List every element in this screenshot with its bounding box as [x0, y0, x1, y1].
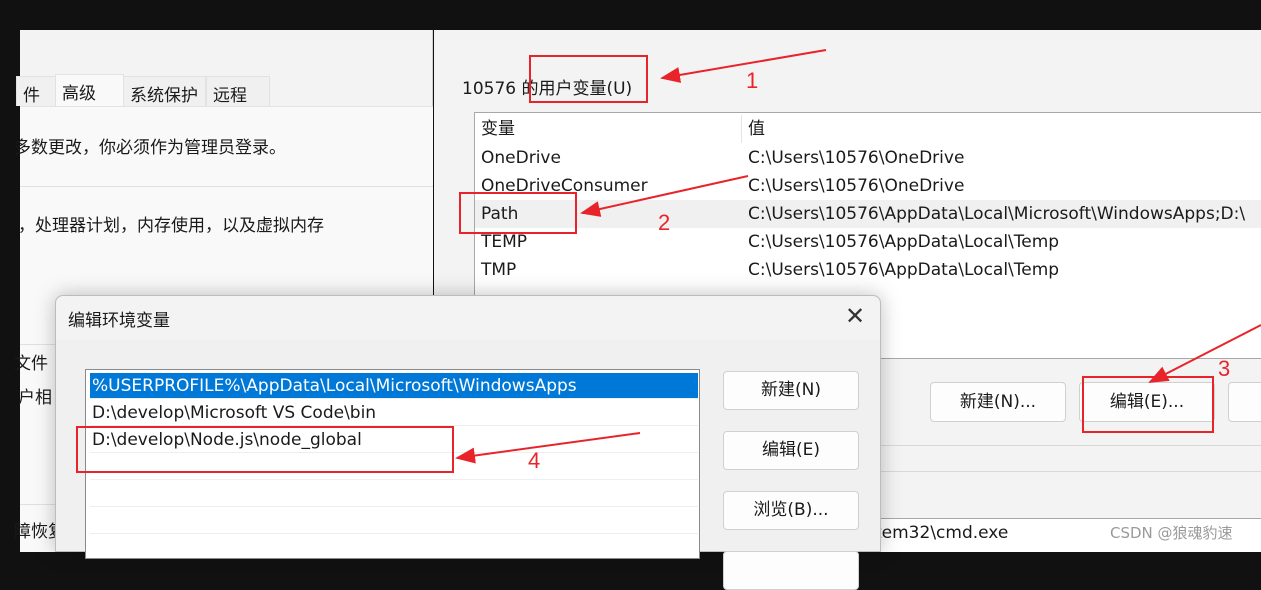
watermark: CSDN @狼魂豹速	[1110, 524, 1233, 542]
annotation-box-2	[459, 192, 577, 234]
annotation-layer: 1 2 3 4	[76, 49, 1261, 473]
annotation-arrow-4	[455, 432, 641, 464]
annotation-label-1: 1	[746, 68, 758, 93]
annotation-arrow-1	[660, 49, 827, 83]
annotation-box-3	[1082, 376, 1214, 433]
annotation-label-3: 3	[1218, 356, 1230, 381]
annotation-arrow-3	[1148, 324, 1261, 383]
annotation-label-4: 4	[528, 448, 540, 473]
annotation-label-2: 2	[658, 210, 670, 235]
delete-path-button[interactable]	[723, 551, 859, 590]
annotation-box-1	[529, 55, 648, 103]
annotation-box-4	[76, 426, 454, 473]
annotation-arrow-2	[580, 175, 749, 217]
